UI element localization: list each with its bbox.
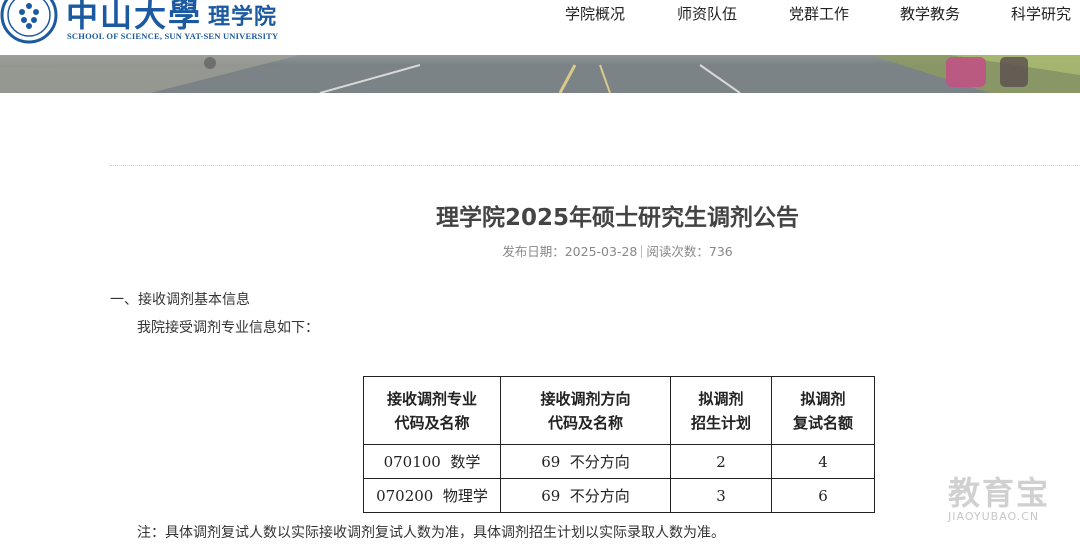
table-header-cell: 接收调剂方向 代码及名称 [500,376,671,445]
table-cell: 69 不分方向 [500,444,671,479]
watermark-text: 教育宝 [948,474,1051,512]
table-cell: 3 [670,478,772,513]
table-row: 070100 数学 69 不分方向 2 4 [363,444,875,479]
table-row: 070200 物理学 69 不分方向 3 6 [363,478,875,513]
article-meta: 发布日期：2025-03-28 阅读次数：736 [0,241,1080,260]
adjustment-plan-table: 接收调剂专业 代码及名称 接收调剂方向 代码及名称 拟调剂 招生计划 拟调剂 复试名额 … [363,376,875,513]
nav-item-teaching[interactable]: 教学教务 [900,3,960,24]
banner-image [0,55,1080,93]
table-cell: 070100 数学 [363,444,501,479]
table-header-cell: 拟调剂 复试名额 [771,376,875,445]
table-cell: 2 [670,444,772,479]
page-title: 理学院2025年硕士研究生调剂公告 [435,205,799,231]
site-header: 中山大學 理学院 SCHOOL OF SCIENCE, SUN YAT-SEN U… [0,0,1080,55]
watermark: 教育宝 JIAOYUBAO.CN [918,468,1068,528]
table-note: 注：具体调剂复试人数以实际接收调剂复试人数为准，具体调剂招生计划以实际录取人数为… [137,525,725,541]
content-divider [110,165,1080,166]
table-header-cell: 拟调剂 招生计划 [670,376,772,445]
view-count-label: 阅读次数： [646,244,709,259]
brand-english-name: SCHOOL OF SCIENCE, SUN YAT-SEN UNIVERSIT… [67,31,279,41]
publish-date-label: 发布日期： [502,244,565,259]
nav-item-research[interactable]: 科学研究 [1011,3,1071,24]
table-header-cell: 接收调剂专业 代码及名称 [363,376,501,445]
publish-date: 2025-03-28 [564,244,638,259]
table-cell: 4 [771,444,875,479]
section-heading: 一、接收调剂基本信息 [110,292,250,308]
main-nav: 学院概况 师资队伍 党群工作 教学教务 科学研究 [0,3,1080,23]
banner-road-graphic [0,55,1080,93]
table-cell: 6 [771,478,875,513]
table-header-row: 接收调剂专业 代码及名称 接收调剂方向 代码及名称 拟调剂 招生计划 拟调剂 复试名额 [363,376,875,445]
meta-separator [641,245,643,258]
nav-item-overview[interactable]: 学院概况 [565,3,625,24]
section-intro: 我院接受调剂专业信息如下： [137,320,319,336]
table-cell: 69 不分方向 [500,478,671,513]
table-cell: 070200 物理学 [363,478,501,513]
nav-item-party[interactable]: 党群工作 [789,3,849,24]
nav-item-faculty[interactable]: 师资队伍 [677,3,737,24]
view-count: 736 [708,244,733,259]
watermark-url: JIAOYUBAO.CN [948,510,1040,523]
